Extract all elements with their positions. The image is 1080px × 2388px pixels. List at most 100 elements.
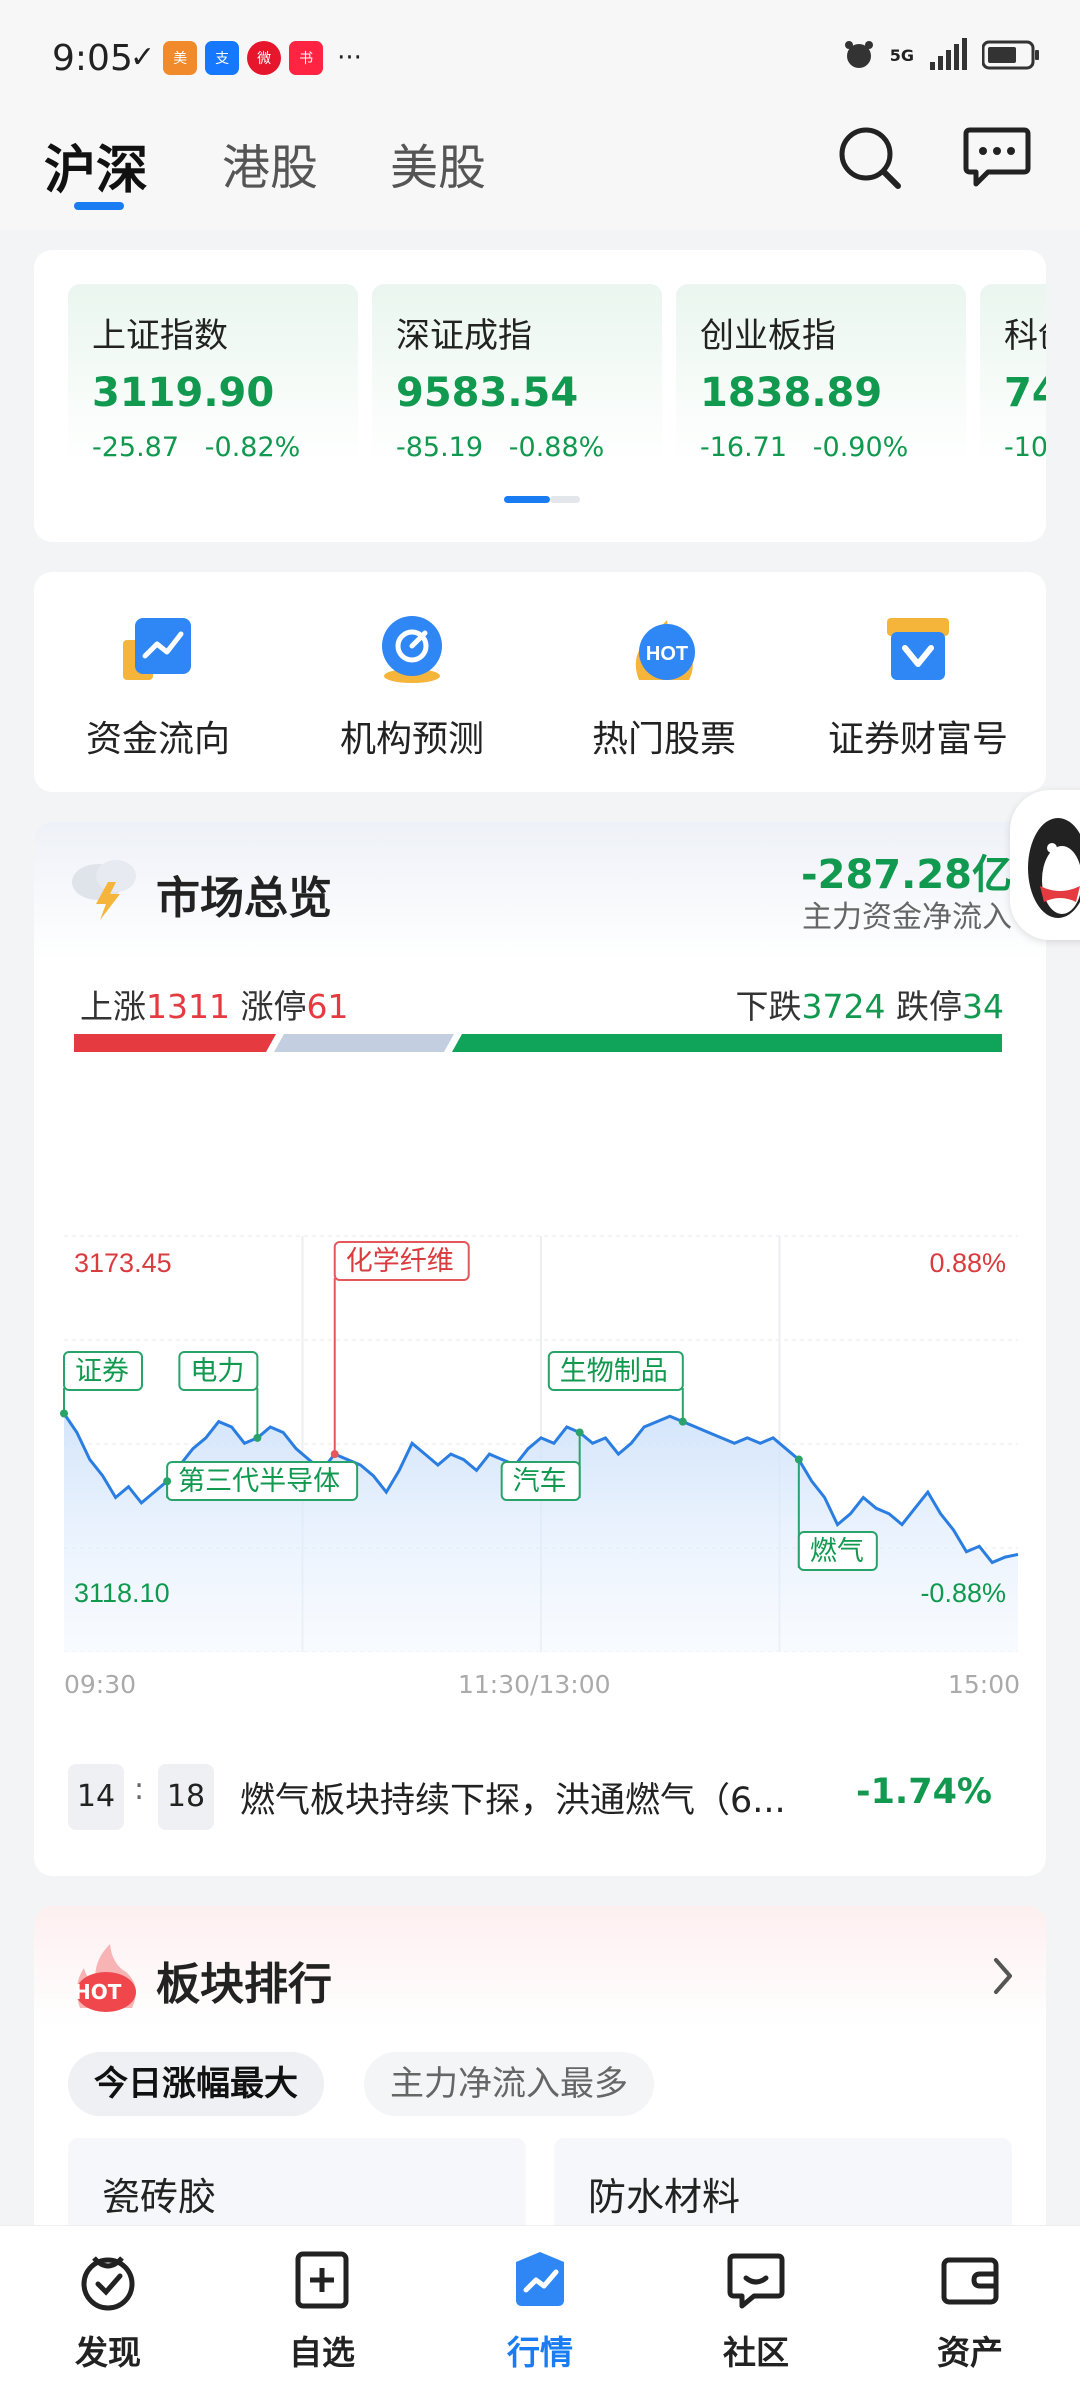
- entry-fund-flow[interactable]: 资金流向: [38, 610, 278, 762]
- alipay-icon: 支: [205, 40, 240, 75]
- annotation-label: 燃气: [810, 1536, 864, 1567]
- xiaohongshu-icon: 书: [289, 40, 324, 75]
- index-card-sse[interactable]: 上证指数 3119.90 -25.87 -0.82%: [68, 284, 358, 464]
- annotation-label: 生物制品: [560, 1356, 668, 1387]
- annotation-point: [60, 1409, 68, 1418]
- pct-high-label: 0.88%: [929, 1248, 1006, 1278]
- x-label-close: 15:00: [947, 1670, 1020, 1699]
- nav-label: 自选: [289, 2333, 355, 2372]
- annotation-label: 汽车: [513, 1466, 567, 1497]
- entry-institution-forecast[interactable]: 机构预测: [292, 610, 532, 762]
- index-name: 科创: [1004, 316, 1046, 356]
- index-name: 上证指数: [92, 316, 228, 356]
- watchlist-icon: [295, 2251, 349, 2309]
- index-card-szse[interactable]: 深证成指 9583.54 -85.19 -0.88%: [372, 284, 662, 464]
- index-carousel: 上证指数 3119.90 -25.87 -0.82% 深证成指 9583.54 …: [34, 250, 1046, 542]
- battery-icon: [982, 40, 1039, 70]
- market-breadth-bar: [74, 1034, 1002, 1052]
- entry-hot-stocks[interactable]: HOT 热门股票: [544, 610, 784, 762]
- index-card-chinext[interactable]: 创业板指 1838.89 -16.71 -0.90%: [676, 284, 966, 464]
- entry-label: 机构预测: [339, 719, 484, 760]
- annotation-point: [163, 1477, 172, 1486]
- nav-label: 社区: [723, 2333, 789, 2372]
- entry-label: 资金流向: [85, 719, 230, 760]
- annotation-label: 证券: [75, 1356, 129, 1387]
- alarm-icon: [844, 41, 873, 68]
- market-overview-title: 市场总览: [156, 873, 332, 924]
- annotation-label: 化学纤维: [346, 1246, 454, 1277]
- index-name: 创业板指: [700, 316, 836, 356]
- nav-community[interactable]: 社区: [686, 2248, 826, 2374]
- message-icon[interactable]: [962, 126, 1032, 190]
- index-value: 74: [1004, 370, 1046, 416]
- nav-label: 发现: [75, 2333, 141, 2372]
- entry-wealth-account[interactable]: 证券财富号: [798, 610, 1038, 762]
- svg-text:HOT: HOT: [646, 643, 688, 665]
- annotation-label: 第三代半导体: [178, 1466, 340, 1497]
- tab-top-net-inflow[interactable]: 主力净流入最多: [364, 2052, 654, 2116]
- notification-app-icon: ✓: [130, 40, 156, 75]
- weibo-icon: 微: [247, 40, 282, 75]
- index-value: 9583.54: [396, 370, 579, 416]
- market-overview-card: 市场总览 -287.28亿 主力资金净流入 上涨1311 涨停61 下跌3724…: [34, 822, 1046, 1876]
- annotation-label: 电力: [190, 1356, 244, 1387]
- carousel-dot: [550, 496, 580, 503]
- hot-stocks-icon: HOT: [635, 620, 695, 680]
- entry-label: 证券财富号: [827, 719, 1008, 760]
- annotation-point: [678, 1417, 687, 1426]
- annotation-point: [794, 1455, 803, 1464]
- index-change: -10: [1004, 432, 1046, 463]
- nav-label: 行情: [507, 2333, 573, 2372]
- index-change: -16.71 -0.90%: [700, 432, 909, 463]
- top-tab-bar: 沪深 港股 美股: [0, 110, 1080, 230]
- status-bar: 9:05 ✓ 美 支 微 书 ··· 5G: [0, 0, 1080, 110]
- notification-app-icon: 美: [163, 40, 198, 75]
- chevron-right-icon[interactable]: [990, 1956, 1016, 1996]
- index-value: 3119.90: [92, 370, 275, 416]
- hot-badge: HOT: [74, 1980, 122, 2004]
- more-notifications-icon: ···: [337, 42, 362, 73]
- intraday-chart[interactable]: 证券第三代半导体 电力 化学纤维汽车 生物制品燃气 3173.45 3118.10 0…: [34, 1092, 1046, 1652]
- nav-watchlist[interactable]: 自选: [252, 2248, 392, 2374]
- news-hour: 14: [68, 1764, 124, 1830]
- tab-hong-kong[interactable]: 港股: [222, 128, 318, 198]
- decline-stats: 下跌3724 跌停34: [735, 987, 1004, 1026]
- market-icon: [516, 2252, 564, 2306]
- x-label-midday: 11:30/13:00: [458, 1670, 611, 1699]
- community-icon: [727, 2253, 785, 2309]
- annotation-point: [253, 1433, 262, 1442]
- tab-shanghai-shenzhen[interactable]: 沪深: [44, 128, 148, 203]
- weather-thunder-icon: [72, 860, 136, 920]
- carousel-dot-active: [504, 496, 550, 503]
- nav-market[interactable]: 行情: [470, 2248, 610, 2374]
- news-minute: 18: [158, 1764, 214, 1830]
- quick-entry-panel: 资金流向 机构预测 HOT 热门股票 证券财富号: [34, 572, 1046, 792]
- sector-ranking-title: 板块排行: [156, 1959, 332, 2010]
- status-right: 5G: [842, 38, 1040, 72]
- news-change-pct: -1.74%: [856, 1772, 992, 1812]
- annotation-point: [330, 1450, 339, 1459]
- index-name: 深证成指: [396, 316, 532, 356]
- tab-us-stocks[interactable]: 美股: [390, 128, 486, 198]
- news-headline[interactable]: 燃气板块持续下探，洪通燃气（6...: [240, 1772, 840, 1823]
- index-card-star[interactable]: 科创 74 -10: [980, 284, 1046, 464]
- nav-discover[interactable]: 发现: [38, 2248, 178, 2374]
- tab-top-gainers[interactable]: 今日涨幅最大: [68, 2052, 324, 2116]
- discover-icon: [81, 2256, 135, 2311]
- floating-assistant[interactable]: [1010, 790, 1080, 940]
- entry-label: 热门股票: [591, 719, 736, 760]
- sector-ranking-card: HOT 板块排行 今日涨幅最大 主力净流入最多 瓷砖胶 防水材料: [34, 1906, 1046, 2268]
- notification-icons: ✓ 美 支 微 书 ···: [130, 40, 362, 75]
- search-icon[interactable]: [836, 124, 902, 190]
- institution-forecast-icon: [382, 616, 442, 683]
- index-change: -25.87 -0.82%: [92, 432, 301, 463]
- active-tab-indicator: [74, 202, 124, 210]
- advance-stats: 上涨1311 涨停61: [80, 987, 349, 1026]
- nav-assets[interactable]: 资产: [900, 2248, 1040, 2374]
- index-value: 1838.89: [700, 370, 883, 416]
- penguin-mascot-icon: [1028, 818, 1080, 918]
- network-type-label: 5G: [889, 45, 914, 65]
- net-inflow-label: 主力资金净流入: [802, 900, 1012, 935]
- fund-flow-icon: [123, 618, 191, 680]
- y-high-label: 3173.45: [74, 1248, 172, 1278]
